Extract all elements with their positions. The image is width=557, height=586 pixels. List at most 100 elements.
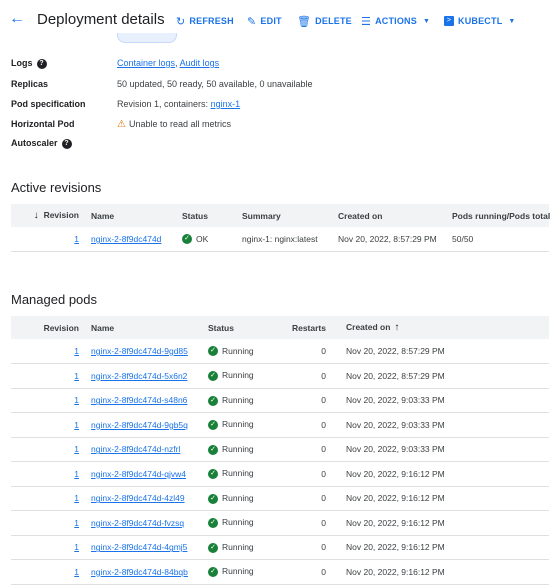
help-icon[interactable]: ? [61,138,72,149]
created-cell: Nov 20, 2022, 9:16:12 PM [332,535,549,560]
edit-label: EDIT [260,16,282,26]
restarts-cell: 0 [272,437,332,462]
refresh-label: REFRESH [189,16,234,26]
table-row: 1 nginx-2-8f9dc474d-fvzsq ✓ Running 0 Nov 20,… [11,510,549,536]
check-circle-icon: ✓ [182,234,192,245]
created-cell: Nov 20, 2022, 8:57:29 PM [332,339,549,364]
revision-header[interactable]: Revision [11,316,85,339]
revision-link[interactable]: 1 [74,346,79,356]
table-header-row: Revision Name Status Restarts Created on… [11,316,549,339]
created-header[interactable]: Created on ↑ [332,316,549,339]
status-header[interactable]: Status [202,316,272,339]
managed-pods-table: Revision Name Status Restarts Created on… [11,316,549,585]
name-header[interactable]: Name [85,316,202,339]
refresh-button[interactable]: ↻ REFRESH [176,13,234,29]
status-cell: ✓ Running [202,486,272,511]
delete-label: DELETE [315,16,352,26]
list-icon: ☰ [361,15,372,28]
summary-header[interactable]: Summary [236,204,332,227]
table-row: 1 nginx-2-8f9dc474d ✓ OK nginx-1: nginx:l… [11,227,549,252]
revision-link[interactable]: 1 [74,493,79,503]
replicas-label: Replicas [11,79,49,89]
pod-spec-prefix: Revision 1, containers: [117,99,209,109]
pod-name-link[interactable]: nginx-2-8f9dc474d-9gb5q [91,420,188,430]
pencil-icon: ✎ [247,15,257,28]
check-circle-icon: ✓ [208,444,218,455]
revision-link[interactable]: 1 [74,567,79,577]
status-cell: ✓ Running [202,388,272,413]
actions-label: ACTIONS [375,16,417,26]
pods-header[interactable]: Pods running/Pods total [446,204,550,227]
status-header[interactable]: Status [176,204,236,227]
pod-name-link[interactable]: nginx-2-8f9dc474d-84bqb [91,567,188,577]
status-cell: ✓ Running [202,412,272,438]
status-cell: ✓ Running [202,535,272,560]
status-cell: ✓ Running [202,461,272,487]
created-cell: Nov 20, 2022, 9:16:12 PM [332,510,549,536]
table-row: 1 nginx-2-8f9dc474d-9gb5q ✓ Running 0 Nov 20,… [11,412,549,438]
container-link[interactable]: nginx-1 [211,99,241,109]
arrow-left-icon[interactable]: ← [9,9,25,29]
help-icon[interactable]: ? [36,58,47,69]
pod-name-link[interactable]: nginx-2-8f9dc474d-5x6n2 [91,371,187,381]
revision-link[interactable]: 1 [74,542,79,552]
check-circle-icon: ✓ [208,346,218,357]
revision-name-link[interactable]: nginx-2-8f9dc474d [91,234,161,244]
check-circle-icon: ✓ [208,420,218,431]
managed-pods-title: Managed pods [11,292,98,307]
restarts-cell: 0 [272,412,332,438]
created-cell: Nov 20, 2022, 9:03:33 PM [332,412,549,438]
created-cell: Nov 20, 2022, 9:16:12 PM [332,461,549,487]
arrow-up-icon: ↑ [394,322,400,333]
table-header-row: ↓ Revision Name Status Summary Created on… [11,204,550,227]
restarts-cell: 0 [272,559,332,585]
status-cell: ✓ Running [202,339,272,364]
kubectl-label: KUBECTL [458,16,503,26]
logs-value: Container logs, Audit logs [117,58,220,68]
check-circle-icon: ✓ [208,518,218,529]
table-row: 1 nginx-2-8f9dc474d-84bqb ✓ Running 0 Nov 20,… [11,559,549,585]
kubectl-menu-button[interactable]: > KUBECTL ▼ [444,13,516,29]
pod-name-link[interactable]: nginx-2-8f9dc474d-4zl49 [91,493,185,503]
created-header[interactable]: Created on [332,204,446,227]
caret-down-icon: ▼ [422,17,431,25]
pod-name-link[interactable]: nginx-2-8f9dc474d-fvzsq [91,518,184,528]
name-header[interactable]: Name [85,204,176,227]
check-circle-icon: ✓ [208,542,218,553]
actions-menu-button[interactable]: ☰ ACTIONS ▼ [361,13,430,29]
check-circle-icon: ✓ [208,493,218,504]
created-cell: Nov 20, 2022, 9:03:33 PM [332,437,549,462]
revision-link[interactable]: 1 [74,420,79,430]
refresh-icon: ↻ [176,15,186,28]
delete-button[interactable]: 🗑 DELETE [297,13,352,29]
table-row: 1 nginx-2-8f9dc474d-9gd85 ✓ Running 0 Nov 20,… [11,339,549,364]
logs-label: Logs? [11,54,111,73]
revision-header[interactable]: ↓ Revision [11,204,85,227]
created-cell: Nov 20, 2022, 9:16:12 PM [332,559,549,585]
active-revisions-title: Active revisions [11,180,102,195]
revision-link[interactable]: 1 [74,371,79,381]
pod-spec-label: Pod specification [11,99,86,109]
audit-logs-link[interactable]: Audit logs [180,58,220,68]
pod-name-link[interactable]: nginx-2-8f9dc474d-4gmj5 [91,542,187,552]
caret-down-icon: ▼ [508,17,516,25]
restarts-cell: 0 [272,461,332,487]
warning-icon: ⚠ [117,119,126,130]
pod-name-link[interactable]: nginx-2-8f9dc474d-nzfrl [91,444,180,454]
check-circle-icon: ✓ [208,469,218,480]
edit-button[interactable]: ✎ EDIT [247,13,282,29]
pod-name-link[interactable]: nginx-2-8f9dc474d-qjvw4 [91,469,186,479]
revision-link[interactable]: 1 [74,395,79,405]
container-logs-link[interactable]: Container logs [117,58,175,68]
revision-link[interactable]: 1 [74,234,79,244]
revision-link[interactable]: 1 [74,444,79,454]
pod-name-link[interactable]: nginx-2-8f9dc474d-s48n6 [91,395,187,405]
check-circle-icon: ✓ [208,371,218,382]
restarts-cell: 0 [272,535,332,560]
pod-name-link[interactable]: nginx-2-8f9dc474d-9gd85 [91,346,188,356]
active-revisions-table: ↓ Revision Name Status Summary Created on… [11,204,550,252]
revision-link[interactable]: 1 [74,518,79,528]
created-cell: Nov 20, 2022, 9:03:33 PM [332,388,549,413]
revision-link[interactable]: 1 [74,469,79,479]
restarts-header[interactable]: Restarts [272,316,332,339]
